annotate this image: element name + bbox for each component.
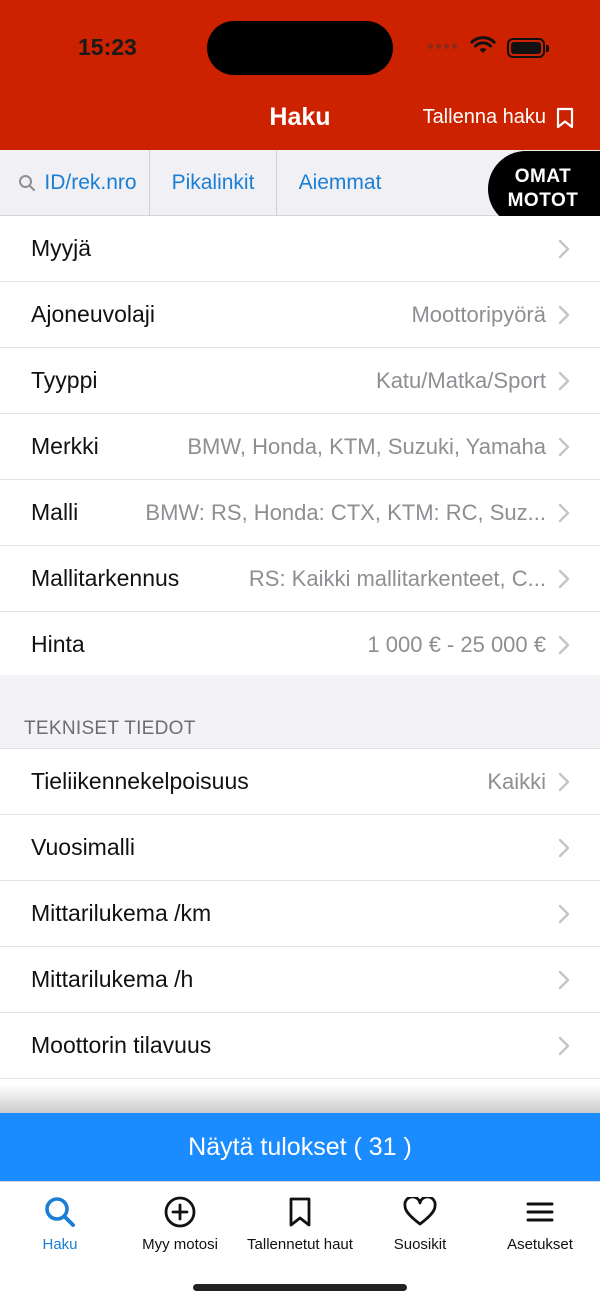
filter-label: Hinta	[31, 631, 85, 657]
filter-row-hinta[interactable]: Hinta 1 000 € - 25 000 €	[0, 612, 600, 678]
chevron-right-icon	[558, 569, 570, 588]
tab-label: Myy motosi	[142, 1236, 218, 1253]
filter-value: BMW, Honda, KTM, Suzuki, Yamaha	[187, 433, 546, 459]
filter-label: Myyjä	[31, 235, 92, 261]
home-indicator	[193, 1284, 407, 1291]
save-search-label: Tallenna haku	[422, 106, 546, 128]
wifi-icon	[470, 36, 496, 53]
save-search-button[interactable]: Tallenna haku	[423, 106, 574, 129]
id-search-label: ID/rek.nro	[44, 171, 137, 194]
dynamic-island	[207, 21, 393, 75]
filter-label: Tieliikennekelpoisuus	[31, 768, 249, 794]
id-search-button[interactable]: ID/rek.nro	[0, 150, 150, 216]
filter-row-tyyppi[interactable]: Tyyppi Katu/Matka/Sport	[0, 348, 600, 414]
filter-label: Ajoneuvolaji	[31, 301, 156, 327]
status-time: 15:23	[78, 34, 137, 60]
chevron-right-icon	[558, 437, 570, 456]
bookmark-icon	[556, 107, 574, 128]
show-results-button[interactable]: Näytä tulokset ( 31 )	[0, 1113, 600, 1181]
search-icon	[45, 1197, 75, 1227]
aiemmat-button[interactable]: Aiemmat	[277, 150, 403, 216]
section-title: TEKNISET TIEDOT	[24, 718, 196, 739]
chevron-right-icon	[558, 239, 570, 258]
chevron-right-icon	[558, 772, 570, 791]
tab-label: Tallennetut haut	[247, 1236, 353, 1253]
cellular-signal-icon	[428, 44, 457, 49]
tab-asetukset[interactable]: Asetukset	[480, 1192, 600, 1253]
tab-label: Asetukset	[507, 1236, 573, 1253]
filter-label: Tyyppi	[31, 367, 98, 393]
filter-row-vuosimalli[interactable]: Vuosimalli	[0, 815, 600, 881]
filter-row-myyja[interactable]: Myyjä	[0, 216, 600, 282]
filter-row-malli[interactable]: Malli BMW: RS, Honda: CTX, KTM: RC, Suz.…	[0, 480, 600, 546]
app-header: 15:23 Haku Tallenna haku	[0, 0, 600, 150]
filter-label: Moottorin tilavuus	[31, 1032, 212, 1058]
filter-row-tieliikennekelpoisuus[interactable]: Tieliikennekelpoisuus Kaikki	[0, 749, 600, 815]
battery-icon	[507, 38, 549, 58]
chevron-right-icon	[558, 371, 570, 390]
chevron-right-icon	[558, 1036, 570, 1055]
chevron-right-icon	[558, 970, 570, 989]
chevron-right-icon	[558, 503, 570, 522]
chevron-right-icon	[558, 635, 570, 654]
filter-row-mittarilukema-km[interactable]: Mittarilukema /km	[0, 881, 600, 947]
results-shadow	[0, 1085, 600, 1115]
chevron-right-icon	[558, 904, 570, 923]
filter-value: Kaikki	[487, 768, 546, 794]
tab-haku[interactable]: Haku	[0, 1192, 120, 1253]
filter-label: Mallitarkennus	[31, 565, 180, 591]
chevron-right-icon	[558, 838, 570, 857]
filter-row-merkki[interactable]: Merkki BMW, Honda, KTM, Suzuki, Yamaha	[0, 414, 600, 480]
filter-label: Mittarilukema /km	[31, 900, 212, 926]
filter-label: Vuosimalli	[31, 834, 135, 860]
tab-suosikit[interactable]: Suosikit	[360, 1192, 480, 1253]
plus-circle-icon	[164, 1196, 196, 1228]
tab-tallennetut-haut[interactable]: Tallennetut haut	[240, 1192, 360, 1253]
filter-label: Merkki	[31, 433, 99, 459]
tab-label: Suosikit	[393, 1236, 447, 1253]
filter-label: Malli	[31, 499, 79, 525]
tab-myy-motosi[interactable]: Myy motosi	[120, 1192, 240, 1253]
tab-label: Haku	[42, 1236, 78, 1253]
filter-value: Katu/Matka/Sport	[376, 367, 546, 393]
filter-value: Moottoripyörä	[411, 301, 546, 327]
filter-row-ajoneuvolaji[interactable]: Ajoneuvolaji Moottoripyörä	[0, 282, 600, 348]
filter-row-moottorin-tilavuus[interactable]: Moottorin tilavuus	[0, 1013, 600, 1079]
chevron-right-icon	[558, 305, 570, 324]
filter-row-mittarilukema-h[interactable]: Mittarilukema /h	[0, 947, 600, 1013]
filter-list: Myyjä Ajoneuvolaji Moottoripyörä Tyyppi …	[0, 216, 600, 678]
tech-filter-list: Tieliikennekelpoisuus Kaikki Vuosimalli …	[0, 749, 600, 1079]
menu-icon	[526, 1202, 554, 1222]
omat-motot-line1: OMAT	[514, 166, 572, 187]
filter-value: 1 000 € - 25 000 €	[367, 631, 546, 657]
pikalinkit-button[interactable]: Pikalinkit	[150, 150, 277, 216]
tech-section-header: TEKNISET TIEDOT	[0, 675, 600, 749]
omat-motot-line2: MOTOT	[507, 190, 579, 211]
heart-icon	[403, 1197, 437, 1226]
filter-value: BMW: RS, Honda: CTX, KTM: RC, Suz...	[145, 499, 546, 525]
bookmark-icon	[289, 1197, 311, 1227]
filter-label: Mittarilukema /h	[31, 966, 194, 992]
filter-value: RS: Kaikki mallitarkenteet, C...	[248, 565, 546, 591]
filter-row-mallitarkennus[interactable]: Mallitarkennus RS: Kaikki mallitarkentee…	[0, 546, 600, 612]
search-icon	[19, 175, 36, 191]
